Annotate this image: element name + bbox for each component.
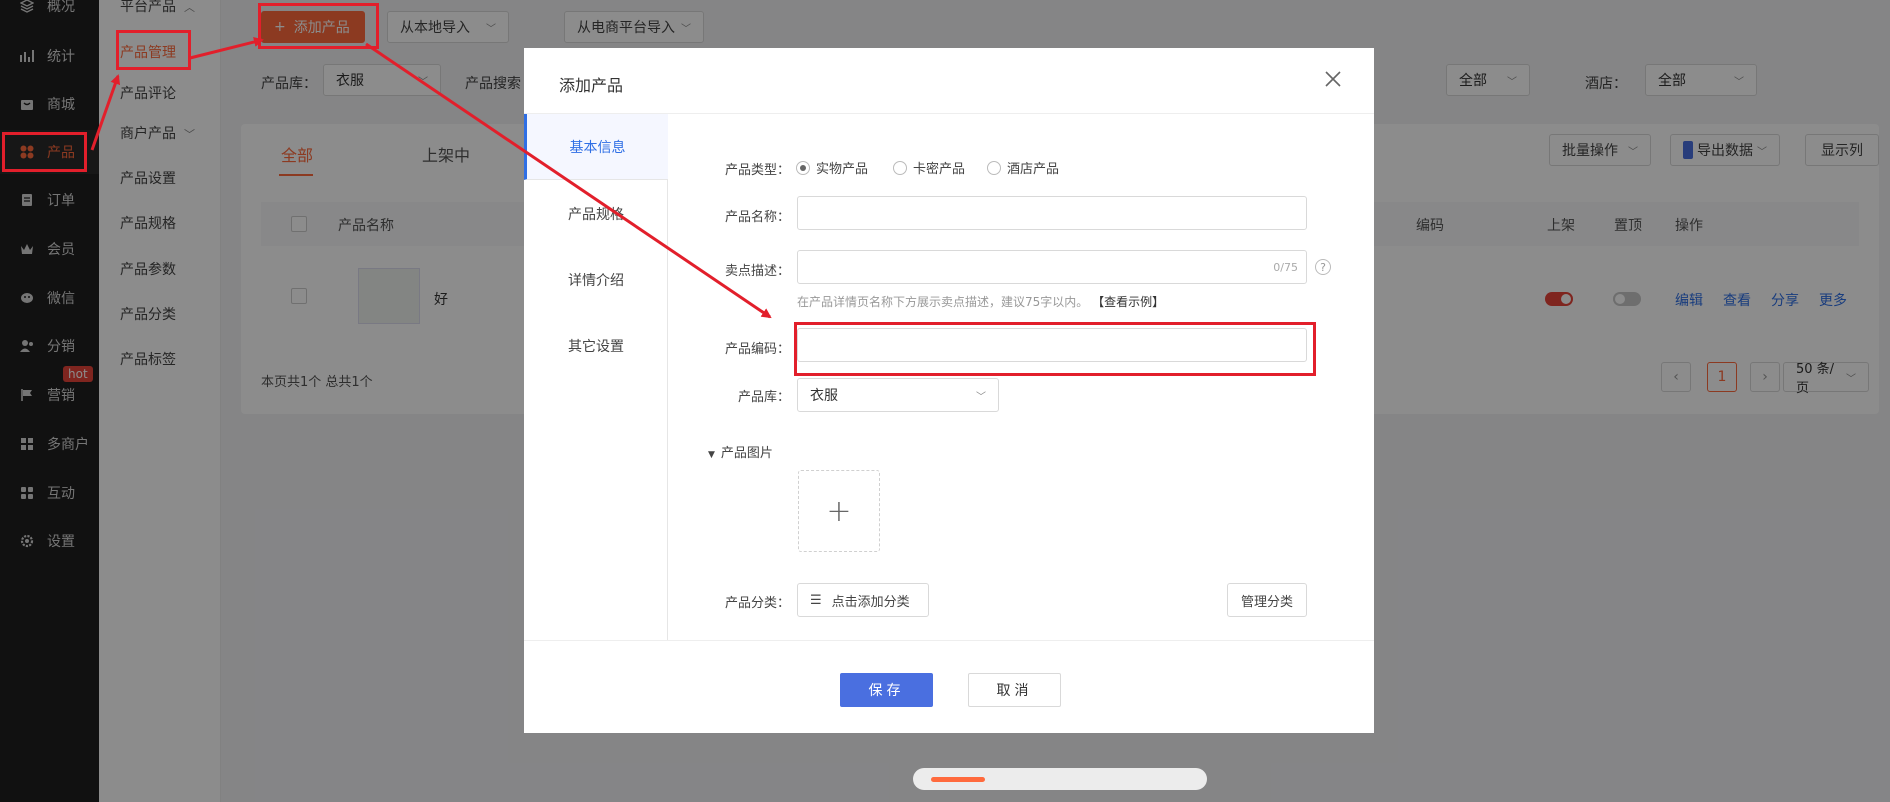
list-icon: ☰	[810, 592, 822, 608]
selling-desc-label: 卖点描述：	[724, 264, 790, 279]
close-icon[interactable]	[1322, 68, 1344, 90]
tab-basic-info[interactable]: 基本信息	[524, 114, 668, 180]
product-library-select[interactable]: 衣服 ﹀	[797, 378, 999, 412]
product-code-label: 产品编码：	[724, 342, 790, 357]
char-counter: 0/75	[1273, 261, 1298, 274]
product-name-label: 产品名称：	[724, 210, 790, 225]
annotation-box-product-management	[116, 30, 191, 70]
view-example-link[interactable]: 【查看示例】	[1092, 295, 1164, 309]
product-category-label: 产品分类：	[724, 596, 790, 611]
product-images-toggle[interactable]: ▼ 产品图片	[708, 442, 773, 461]
selling-desc-hint: 在产品详情页名称下方展示卖点描述，建议75字以内。 【查看示例】	[797, 293, 1164, 310]
radio-hotel[interactable]: 酒店产品	[987, 158, 1059, 177]
tab-product-specs[interactable]: 产品规格	[524, 181, 668, 247]
horizontal-scrollbar[interactable]	[913, 768, 1207, 790]
product-name-input[interactable]	[797, 196, 1307, 230]
radio-label: 酒店产品	[1007, 162, 1060, 177]
selling-desc-input[interactable]: 0/75	[797, 250, 1307, 284]
product-library-label: 产品库：	[737, 390, 790, 405]
radio-dot	[893, 160, 907, 175]
modal-section-nav: 基本信息 产品规格 详情介绍 其它设置	[524, 114, 668, 640]
modal-header: 添加产品	[524, 48, 1374, 114]
cancel-button[interactable]: 取消	[968, 673, 1061, 707]
manage-category-button[interactable]: 管理分类	[1227, 583, 1307, 617]
select-value: 衣服	[810, 388, 838, 404]
annotation-box-add-product	[258, 3, 379, 49]
annotation-box-product-code	[794, 322, 1316, 376]
radio-dot	[987, 160, 1001, 175]
chevron-down-icon: ﹀	[976, 391, 986, 403]
image-upload-button[interactable]: +	[798, 470, 880, 552]
product-type-label: 产品类型：	[724, 163, 790, 178]
annotation-box-products	[2, 132, 87, 172]
add-category-button[interactable]: ☰ 点击添加分类	[797, 583, 929, 617]
radio-dot	[796, 160, 810, 175]
radio-label: 实物产品	[816, 162, 869, 177]
plus-icon: +	[826, 493, 852, 529]
tab-other-settings[interactable]: 其它设置	[524, 313, 668, 379]
radio-physical[interactable]: 实物产品	[796, 158, 868, 177]
scrollbar-thumb[interactable]	[931, 777, 985, 782]
caret-down-icon: ▼	[708, 450, 715, 460]
save-button[interactable]: 保存	[840, 673, 933, 707]
radio-label: 卡密产品	[913, 162, 966, 177]
radio-card-code[interactable]: 卡密产品	[893, 158, 965, 177]
hint-text: 在产品详情页名称下方展示卖点描述，建议75字以内。	[797, 295, 1089, 309]
modal-footer: 保存 取消	[524, 640, 1374, 733]
add-product-modal: 添加产品 基本信息 产品规格 详情介绍 其它设置 产品类型： 实物产品 卡密产品…	[524, 48, 1374, 733]
help-icon[interactable]: ?	[1315, 259, 1331, 275]
add-category-label: 点击添加分类	[831, 594, 910, 610]
section-label: 产品图片	[720, 446, 773, 461]
tab-details[interactable]: 详情介绍	[524, 247, 668, 313]
modal-body: 基本信息 产品规格 详情介绍 其它设置 产品类型： 实物产品 卡密产品 酒店产品…	[524, 114, 1374, 640]
modal-title: 添加产品	[559, 76, 624, 95]
